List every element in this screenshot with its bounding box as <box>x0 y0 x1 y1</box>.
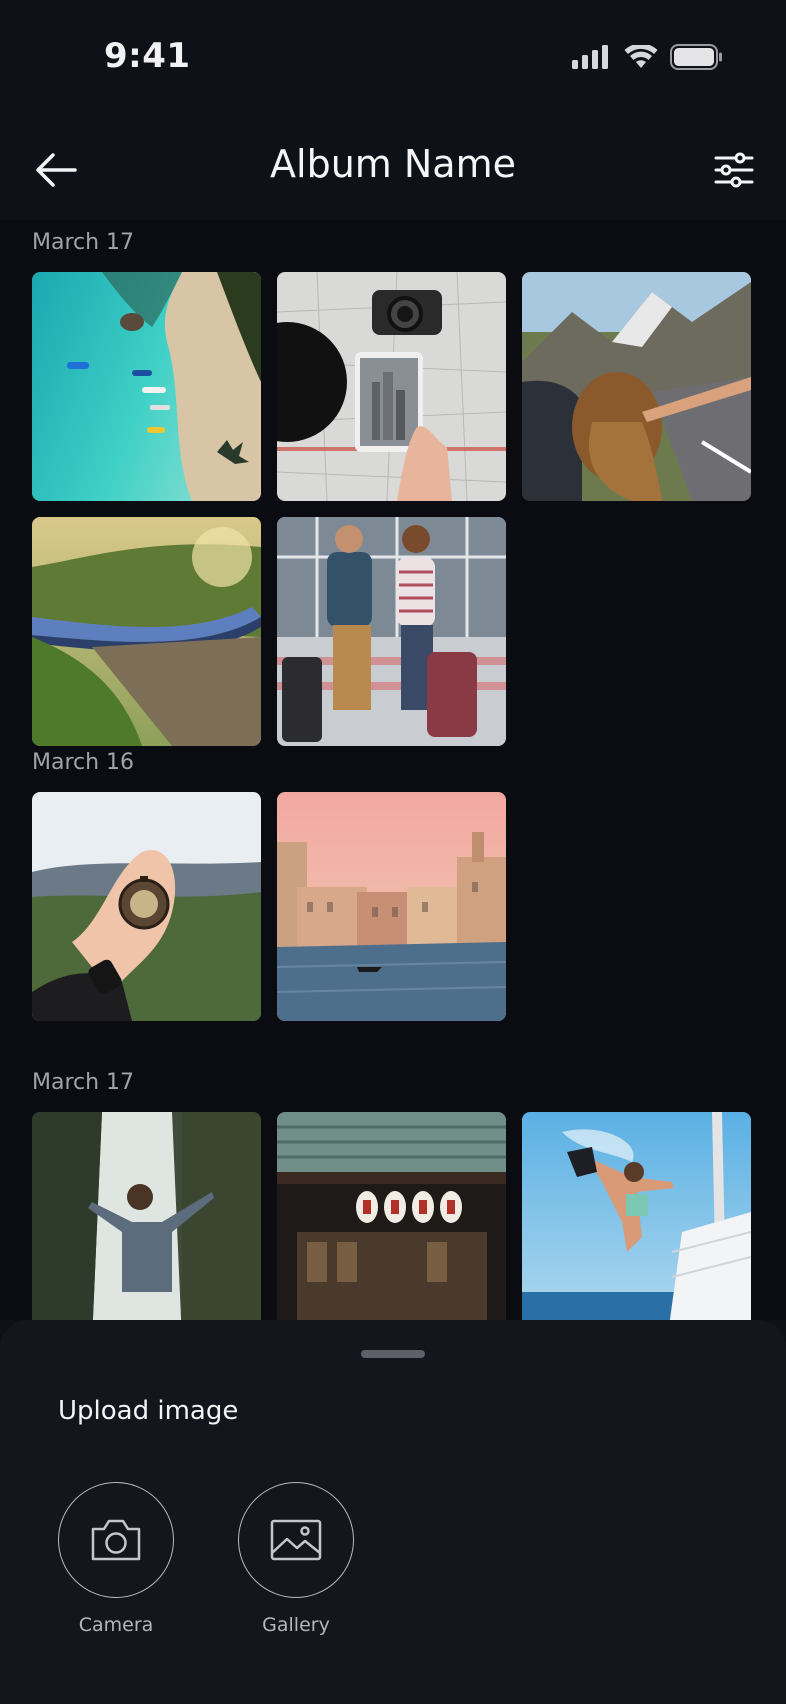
photo-grid <box>32 1112 754 1320</box>
section-date: March 17 <box>32 1070 135 1095</box>
album-content[interactable]: March 17 March 16 March 17 <box>0 220 786 1320</box>
status-bar: 9:41 <box>0 0 786 118</box>
photo-travelers-luggage[interactable] <box>277 517 506 746</box>
photo-car-window[interactable] <box>522 272 751 501</box>
status-icons <box>572 44 724 70</box>
camera-label: Camera <box>78 1614 154 1636</box>
gallery-icon <box>270 1519 322 1561</box>
camera-button[interactable]: Camera <box>58 1482 174 1636</box>
photo-grid <box>32 792 754 1021</box>
upload-title: Upload image <box>58 1396 239 1426</box>
page-title: Album Name <box>270 142 516 186</box>
camera-circle[interactable] <box>58 1482 174 1598</box>
section-date: March 16 <box>32 750 135 775</box>
gallery-button[interactable]: Gallery <box>238 1482 354 1636</box>
signal-icon <box>572 45 608 69</box>
photo-sailboat-jump[interactable] <box>522 1112 751 1320</box>
status-time: 9:41 <box>104 36 191 76</box>
gallery-circle[interactable] <box>238 1482 354 1598</box>
sheet-drag-handle[interactable] <box>361 1350 425 1358</box>
gallery-label: Gallery <box>262 1614 330 1636</box>
upload-bottom-sheet: Upload image Camera Gallery <box>0 1320 786 1704</box>
photo-train-bridge[interactable] <box>32 517 261 746</box>
wifi-icon <box>624 45 658 68</box>
sliders-icon <box>714 152 754 188</box>
photo-map-tablet[interactable] <box>277 272 506 501</box>
section-date: March 17 <box>32 230 135 255</box>
battery-icon <box>670 44 722 70</box>
photo-beach-aerial[interactable] <box>32 272 261 501</box>
photo-compass-hand[interactable] <box>32 792 261 1021</box>
camera-icon <box>91 1519 141 1561</box>
photo-venice-canal[interactable] <box>277 792 506 1021</box>
photo-waterfall-woman[interactable] <box>32 1112 261 1320</box>
filter-button[interactable] <box>708 144 760 196</box>
photo-japanese-storefront[interactable] <box>277 1112 506 1320</box>
app-header: Album Name <box>0 118 786 220</box>
photo-grid <box>32 272 754 746</box>
